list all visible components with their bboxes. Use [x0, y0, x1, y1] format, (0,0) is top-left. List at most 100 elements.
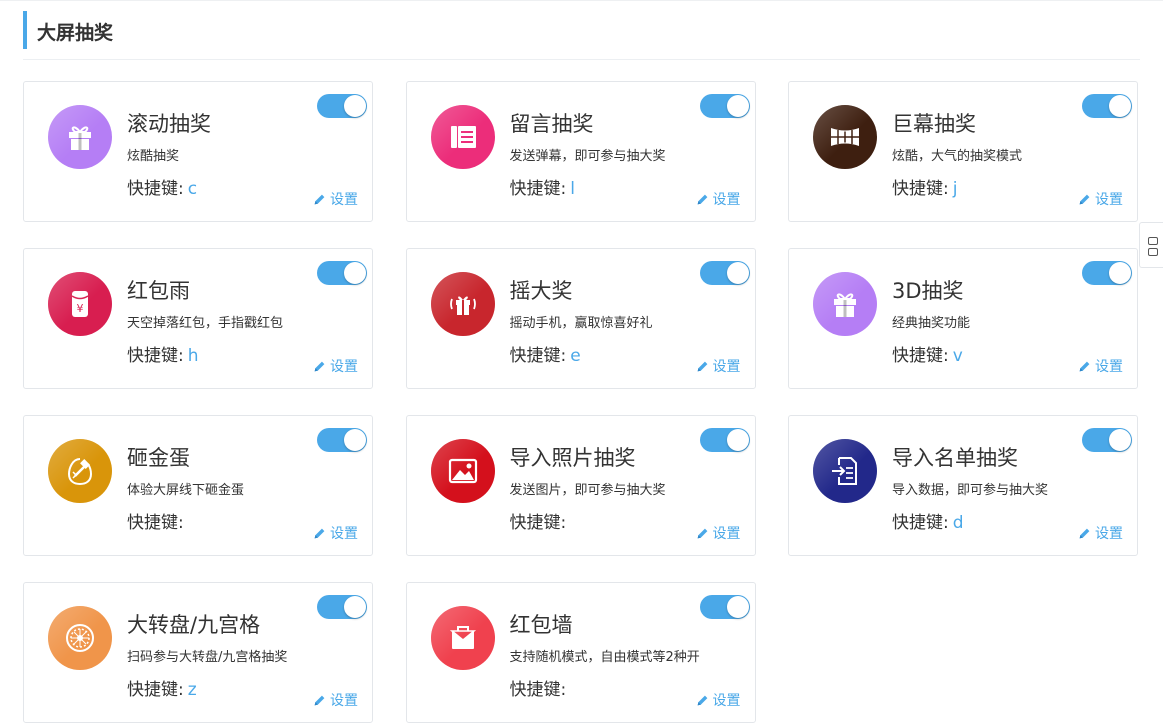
enable-toggle[interactable] [1082, 94, 1132, 118]
card-title: 大转盘/九宫格 [127, 613, 261, 637]
settings-button[interactable]: 设置 [313, 523, 358, 543]
card-shortcut: 快捷键: e [510, 341, 581, 366]
top-divider [0, 0, 1163, 1]
lottery-card-3: 巨幕抽奖 炫酷，大气的抽奖模式 快捷键: j 设置 [788, 81, 1138, 222]
pencil-icon [314, 194, 325, 204]
enable-toggle[interactable] [317, 261, 367, 285]
settings-label: 设置 [1095, 192, 1123, 208]
toggle-knob [344, 596, 366, 618]
shortcut-key: e [570, 346, 581, 366]
pencil-icon [314, 361, 325, 371]
card-description: 经典抽奖功能 [892, 316, 971, 331]
card-title: 红包墙 [509, 613, 573, 637]
settings-button[interactable]: 设置 [696, 523, 741, 543]
enable-toggle[interactable] [317, 595, 367, 619]
card-shortcut: 快捷键: c [127, 174, 197, 199]
card-description: 支持随机模式，自由模式等2种开 [509, 650, 700, 665]
card-description: 发送图片，即可参与抽大奖 [509, 483, 666, 498]
lottery-card-1: 滚动抽奖 炫酷抽奖 快捷键: c 设置 [23, 81, 373, 222]
pencil-icon [697, 528, 707, 538]
shortcut-label: 快捷键: [127, 513, 184, 533]
toggle-knob [344, 429, 366, 451]
card-shortcut: 快捷键: [510, 508, 571, 533]
shortcut-key: l [570, 179, 575, 199]
golden-egg-hammer-icon [48, 439, 112, 503]
enable-toggle[interactable] [699, 428, 750, 452]
card-description: 导入数据，即可参与抽大奖 [892, 483, 1049, 498]
card-title: 导入照片抽奖 [509, 446, 636, 470]
section-header: 大屏抽奖 [23, 11, 1140, 60]
settings-button[interactable]: 设置 [313, 356, 358, 376]
toggle-knob [726, 429, 749, 451]
toggle-knob [726, 262, 749, 284]
card-title: 留言抽奖 [509, 112, 594, 136]
settings-label: 设置 [712, 526, 741, 542]
lottery-card-10: 大转盘/九宫格 扫码参与大转盘/九宫格抽奖 快捷键: z 设置 [23, 582, 373, 723]
shortcut-label: 快捷键: [892, 179, 949, 199]
shaking-gift-icon [430, 272, 495, 336]
card-description: 摇动手机，赢取惊喜好礼 [509, 316, 653, 331]
lottery-card-6: 3D抽奖 经典抽奖功能 快捷键: v 设置 [788, 248, 1138, 389]
section-accent-bar [23, 11, 27, 49]
toggle-knob [1109, 95, 1131, 117]
shortcut-label: 快捷键: [892, 513, 949, 533]
import-list-icon [813, 439, 877, 503]
settings-button[interactable]: 设置 [313, 690, 358, 710]
lottery-card-2: 留言抽奖 发送弹幕，即可参与抽大奖 快捷键: l 设置 [405, 81, 756, 222]
settings-label: 设置 [330, 526, 358, 542]
card-title: 导入名单抽奖 [892, 446, 1018, 470]
svg-text:¥: ¥ [77, 302, 84, 315]
shortcut-key: z [187, 680, 197, 700]
enable-toggle[interactable] [317, 428, 367, 452]
settings-label: 设置 [1095, 526, 1123, 542]
toggle-knob [1109, 429, 1131, 451]
settings-label: 设置 [712, 693, 741, 709]
pencil-icon [314, 528, 325, 538]
card-title: 3D抽奖 [892, 279, 964, 303]
settings-button[interactable]: 设置 [1078, 523, 1123, 543]
settings-button[interactable]: 设置 [1078, 356, 1123, 376]
settings-button[interactable]: 设置 [313, 189, 358, 209]
settings-button[interactable]: 设置 [696, 189, 741, 209]
enable-toggle[interactable] [1082, 428, 1132, 452]
grid-icon [1148, 237, 1158, 245]
toggle-knob [344, 95, 366, 117]
card-shortcut: 快捷键: [127, 508, 188, 533]
card-shortcut: 快捷键: h [127, 341, 199, 366]
card-shortcut: 快捷键: l [510, 174, 575, 199]
enable-toggle[interactable] [1082, 261, 1132, 285]
card-shortcut: 快捷键: v [892, 341, 963, 366]
card-description: 炫酷抽奖 [127, 149, 180, 164]
lottery-card-5: 摇大奖 摇动手机，赢取惊喜好礼 快捷键: e 设置 [405, 248, 756, 389]
lottery-card-9: 导入名单抽奖 导入数据，即可参与抽大奖 快捷键: d 设置 [788, 415, 1138, 556]
toggle-knob [344, 262, 366, 284]
enable-toggle[interactable] [699, 94, 750, 118]
gift-icon [813, 272, 877, 336]
lottery-card-4: ¥ 红包雨 天空掉落红包，手指戳红包 快捷键: h 设置 [23, 248, 373, 389]
curved-screen-icon [813, 105, 877, 169]
card-description: 发送弹幕，即可参与抽大奖 [509, 149, 666, 164]
card-title: 滚动抽奖 [127, 112, 211, 136]
shortcut-key: h [187, 346, 199, 366]
enable-toggle[interactable] [699, 595, 750, 619]
lottery-card-8: 导入照片抽奖 发送图片，即可参与抽大奖 快捷键: 设置 [405, 415, 756, 556]
settings-button[interactable]: 设置 [696, 356, 741, 376]
pencil-icon [314, 695, 325, 705]
red-envelope-icon: ¥ [48, 272, 112, 336]
shortcut-label: 快捷键: [892, 346, 949, 366]
settings-button[interactable]: 设置 [1078, 189, 1123, 209]
shortcut-key: v [952, 346, 963, 366]
card-description: 体验大屏线下砸金蛋 [127, 483, 245, 498]
side-panel-toggle[interactable] [1139, 222, 1163, 268]
shortcut-label: 快捷键: [127, 680, 184, 700]
pencil-icon [697, 695, 707, 705]
settings-button[interactable]: 设置 [696, 690, 741, 710]
enable-toggle[interactable] [317, 94, 367, 118]
lottery-card-11: 红包墙 支持随机模式，自由模式等2种开 快捷键: 设置 [405, 582, 756, 723]
toggle-knob [1109, 262, 1131, 284]
shortcut-label: 快捷键: [509, 680, 567, 700]
shortcut-label: 快捷键: [509, 346, 567, 366]
card-title: 摇大奖 [509, 279, 573, 303]
enable-toggle[interactable] [699, 261, 750, 285]
settings-label: 设置 [330, 359, 358, 375]
